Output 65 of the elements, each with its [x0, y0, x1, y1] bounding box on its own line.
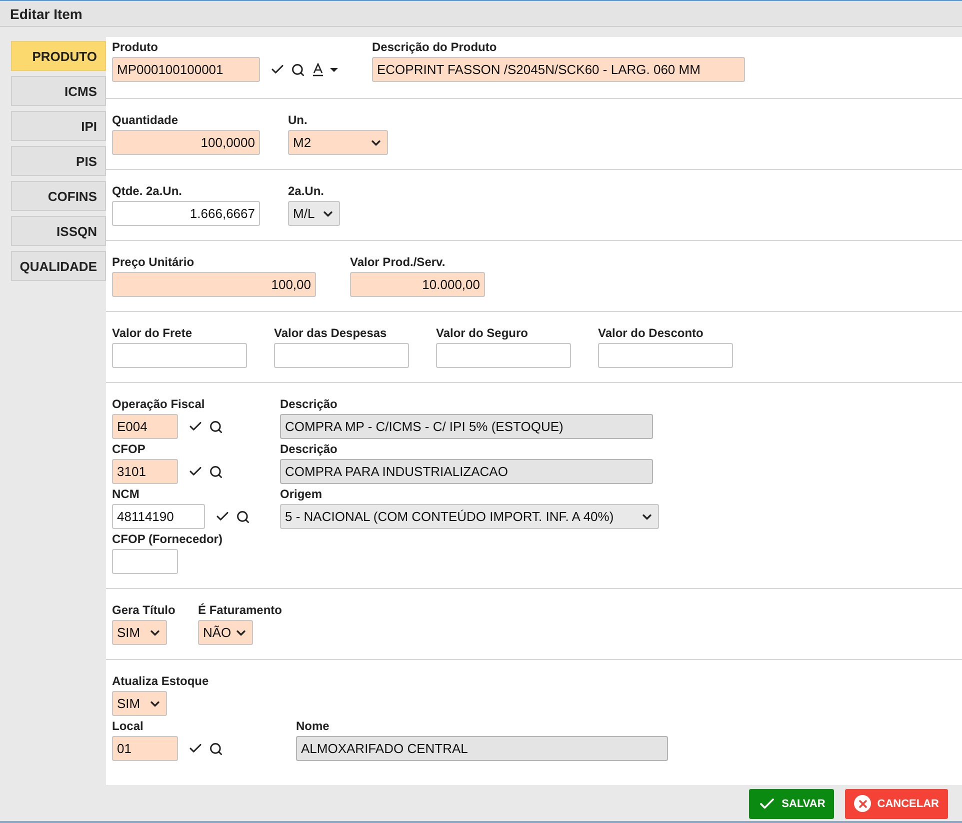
field-label: Origem	[280, 486, 322, 503]
readonly-field: COMPRA PARA INDUSTRIALIZACAO	[280, 459, 653, 484]
input-field[interactable]	[112, 343, 247, 368]
select-field[interactable]: 5 - NACIONAL (COM CONTEÚDO IMPORT. INF. A 40%)	[280, 504, 659, 529]
field-label: CFOP (Fornecedor)	[112, 531, 222, 548]
field-label: Qtde. 2a.Un.	[112, 183, 182, 200]
readonly-field: COMPRA MP - C/ICMS - C/ IPI 5% (ESTOQUE)	[280, 414, 653, 439]
search-icon[interactable]	[209, 420, 223, 434]
input-field[interactable]: 3101	[112, 459, 178, 484]
field-label: É Faturamento	[198, 602, 282, 619]
sidebar-tab[interactable]: PRODUTO	[11, 41, 106, 71]
field-label: Gera Título	[112, 602, 176, 619]
field-label: Valor do Frete	[112, 325, 192, 342]
field-label: Valor do Seguro	[436, 325, 528, 342]
text-format-icon[interactable]	[311, 62, 339, 76]
field-label: Operação Fiscal	[112, 396, 205, 413]
select-field[interactable]: M2	[288, 130, 388, 155]
field-label: Local	[112, 718, 144, 735]
field-label: Nome	[296, 718, 330, 735]
field-label: Quantidade	[112, 112, 178, 129]
input-field[interactable]: 48114190	[112, 504, 205, 529]
input-field[interactable]: 01	[112, 736, 178, 761]
field-label: Descrição	[280, 441, 338, 458]
cancel-button[interactable]: CANCELAR	[845, 788, 948, 818]
save-button[interactable]: SALVAR	[748, 788, 834, 818]
field-label: CFOP	[112, 441, 146, 458]
close-icon	[854, 795, 872, 812]
field-label: 2a.Un.	[288, 183, 324, 200]
input-field[interactable]: 100,0000	[112, 130, 260, 155]
sidebar-tab[interactable]: IPI	[11, 111, 106, 141]
search-icon[interactable]	[236, 510, 250, 524]
input-field[interactable]	[436, 343, 571, 368]
search-icon[interactable]	[209, 464, 223, 478]
sidebar-tab[interactable]: PIS	[11, 146, 106, 176]
sidebar-tab[interactable]: ISSQN	[11, 216, 106, 246]
field-label: Descrição	[280, 396, 338, 413]
select-field[interactable]: SIM	[112, 691, 167, 716]
input-field[interactable]	[112, 549, 178, 574]
field-label: Preço Unitário	[112, 254, 194, 271]
input-field[interactable]: 10.000,00	[350, 272, 485, 297]
select-field[interactable]: NÃO	[198, 620, 253, 645]
search-icon[interactable]	[209, 742, 223, 756]
readonly-field: ALMOXARIFADO CENTRAL	[296, 736, 668, 761]
field-label: Atualiza Estoque	[112, 673, 209, 690]
sidebar-tab[interactable]: QUALIDADE	[11, 251, 106, 281]
field-label: Valor Prod./Serv.	[350, 254, 446, 271]
field-label: Un.	[288, 112, 308, 129]
field-label: Descrição do Produto	[372, 39, 497, 56]
field-label: NCM	[112, 486, 140, 503]
input-field[interactable]	[598, 343, 733, 368]
search-icon[interactable]	[291, 62, 305, 76]
input-field[interactable]: 1.666,6667	[112, 201, 260, 226]
input-field[interactable]	[274, 343, 409, 368]
input-field[interactable]: 100,00	[112, 272, 316, 297]
field-label: Valor das Despesas	[274, 325, 387, 342]
input-field[interactable]: MP000100100001	[112, 57, 260, 82]
sidebar-tab[interactable]: COFINS	[11, 181, 106, 211]
sidebar-tab[interactable]: ICMS	[11, 76, 106, 106]
field-label: Produto	[112, 39, 158, 56]
field-label: Valor do Desconto	[598, 325, 704, 342]
select-field[interactable]: M/L	[288, 201, 340, 226]
select-field[interactable]: SIM	[112, 620, 167, 645]
input-field[interactable]: ECOPRINT FASSON /S2045N/SCK60 - LARG. 060 MM	[372, 57, 745, 82]
input-field[interactable]: E004	[112, 414, 178, 439]
window-title: Editar Item	[10, 6, 82, 22]
